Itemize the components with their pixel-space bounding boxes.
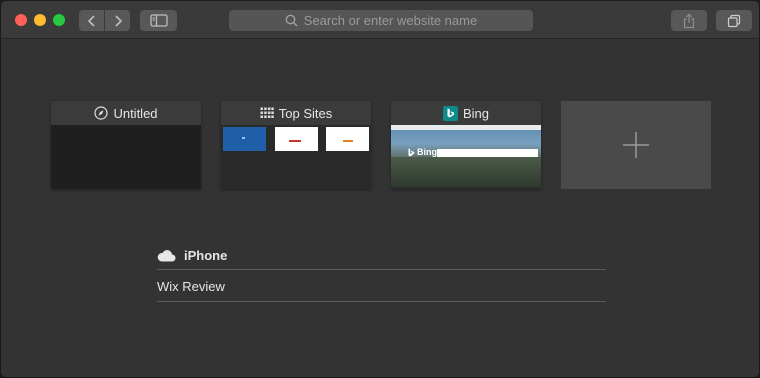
bing-preview: Bing bbox=[391, 125, 541, 187]
navigation-buttons bbox=[79, 10, 130, 31]
tab-overview-button[interactable] bbox=[716, 10, 752, 31]
bing-preview-logo: Bing bbox=[408, 147, 437, 157]
minimize-window-button[interactable] bbox=[34, 14, 46, 26]
chevron-left-icon bbox=[87, 14, 95, 27]
address-bar[interactable]: Search or enter website name bbox=[229, 10, 533, 31]
bing-logo-icon bbox=[408, 148, 415, 156]
back-button[interactable] bbox=[79, 10, 104, 31]
tile-label: Untitled bbox=[113, 105, 158, 121]
tile-header: Top Sites bbox=[221, 101, 371, 125]
toolbar: Search or enter website name bbox=[1, 1, 759, 39]
divider bbox=[157, 269, 606, 270]
icloud-device-header: iPhone bbox=[157, 247, 227, 263]
top-site-thumbnail[interactable] bbox=[223, 127, 266, 151]
tile-header: Bing bbox=[391, 101, 541, 125]
share-icon bbox=[683, 13, 695, 28]
search-icon bbox=[285, 14, 298, 27]
preview-top-bar bbox=[391, 125, 541, 130]
divider bbox=[157, 301, 606, 302]
favorite-bing[interactable]: Bing Bing bbox=[391, 101, 541, 189]
share-button[interactable] bbox=[671, 10, 707, 31]
compass-icon bbox=[94, 106, 109, 120]
sidebar-toggle-button[interactable] bbox=[140, 10, 177, 31]
tile-label: Bing bbox=[462, 105, 490, 121]
tile-preview bbox=[51, 125, 201, 189]
top-site-thumbnail[interactable] bbox=[326, 127, 369, 151]
address-placeholder: Search or enter website name bbox=[303, 13, 478, 28]
browser-window: Search or enter website name Untitled To… bbox=[0, 0, 760, 378]
sidebar-icon bbox=[149, 14, 168, 27]
bing-preview-search bbox=[437, 149, 538, 157]
chevron-right-icon bbox=[114, 14, 122, 27]
grid-icon bbox=[260, 107, 274, 118]
add-favorite-button[interactable] bbox=[561, 101, 711, 189]
bing-icon bbox=[442, 105, 458, 121]
preview-landscape bbox=[391, 157, 541, 187]
tile-label: Top Sites bbox=[278, 105, 333, 121]
tile-preview bbox=[221, 125, 371, 189]
icloud-device-name: iPhone bbox=[184, 247, 228, 263]
cloud-icon bbox=[157, 249, 176, 261]
favorite-top-sites[interactable]: Top Sites bbox=[221, 101, 371, 189]
bing-preview-text: Bing bbox=[417, 147, 437, 157]
tile-header: Untitled bbox=[51, 101, 201, 125]
favorite-untitled[interactable]: Untitled bbox=[51, 101, 201, 189]
maximize-window-button[interactable] bbox=[53, 14, 65, 26]
top-site-thumbnail[interactable] bbox=[275, 127, 318, 151]
plus-icon bbox=[623, 132, 649, 158]
close-window-button[interactable] bbox=[15, 14, 27, 26]
tab-overview-icon bbox=[727, 14, 741, 27]
forward-button[interactable] bbox=[105, 10, 130, 31]
icloud-tab-item[interactable]: Wix Review bbox=[157, 279, 225, 294]
